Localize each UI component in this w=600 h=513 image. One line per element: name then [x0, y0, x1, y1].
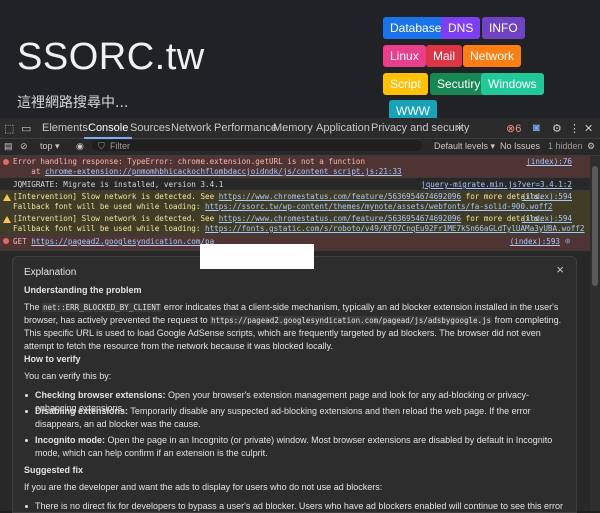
- log-levels-value: Default levels: [434, 141, 489, 151]
- context-value: top: [40, 141, 53, 151]
- inspect-icon[interactable]: ⬚: [4, 122, 14, 135]
- console-toolbar: ▤ ⊘ top ▾ ◉ ⛉ Filter Default levels ▾ No…: [0, 139, 600, 156]
- code-url: https://pagead2.googlesyndication.com/pa…: [210, 316, 493, 325]
- bullet-item: There is no direct fix for developers to…: [35, 501, 563, 511]
- error-count-badge[interactable]: ⊗6: [506, 122, 521, 135]
- context-selector[interactable]: top ▾: [40, 141, 60, 152]
- message-text: JQMIGRATE: Migrate is installed, version…: [13, 180, 224, 189]
- category-tag-linux[interactable]: Linux: [383, 45, 426, 67]
- bullet-icon: [25, 394, 28, 397]
- bullet-icon: [25, 439, 28, 442]
- more-options-icon[interactable]: ⋮: [569, 122, 580, 135]
- device-toggle-icon[interactable]: ▭: [21, 122, 31, 135]
- console-message-error[interactable]: Error handling response: TypeError: chro…: [0, 156, 590, 178]
- message-text: [Intervention] Slow network is detected.…: [13, 192, 219, 201]
- source-link[interactable]: (index):593: [510, 237, 560, 246]
- tab-performance[interactable]: Performance: [214, 122, 277, 134]
- warning-icon: [3, 216, 11, 223]
- site-title[interactable]: SSORC.tw: [17, 36, 205, 79]
- bullet-strong: Checking browser extensions:: [35, 390, 166, 400]
- ai-explain-icon[interactable]: ◎: [565, 236, 570, 245]
- tab-console[interactable]: Console: [83, 122, 133, 139]
- explanation-paragraph: The net::ERR_BLOCKED_BY_CLIENT error ind…: [24, 301, 564, 353]
- text: The: [24, 302, 43, 312]
- category-tag-dns[interactable]: DNS: [441, 17, 481, 39]
- redaction-box: [200, 244, 314, 269]
- settings-icon[interactable]: ⚙: [552, 122, 562, 135]
- category-tag-secutiry[interactable]: Secutiry: [430, 73, 488, 95]
- sidebar-toggle-icon[interactable]: ▤: [4, 141, 13, 152]
- request-url[interactable]: https://pagead2.googlesyndication.com/pa: [31, 237, 214, 246]
- tab-privacy-security[interactable]: Privacy and security: [371, 122, 469, 134]
- close-devtools-icon[interactable]: ✕: [584, 122, 593, 135]
- issues-label: No Issues: [500, 141, 541, 151]
- font-link[interactable]: https://ssorc.tw/wp-content/themes/mynot…: [205, 202, 552, 211]
- request-method: GET: [13, 237, 32, 246]
- source-link[interactable]: (index):594: [522, 192, 572, 201]
- bullet-icon: [25, 410, 28, 413]
- issues-button[interactable]: No Issues: [500, 141, 540, 151]
- scrollbar-thumb[interactable]: [592, 166, 598, 286]
- website-header: SSORC.tw 這裡網路搜尋中... Database DNS INFO Linux…: [0, 0, 600, 122]
- tab-sources[interactable]: Sources: [130, 122, 170, 134]
- console-message-log[interactable]: JQMIGRATE: Migrate is installed, version…: [0, 178, 590, 191]
- section-heading: Understanding the problem: [24, 285, 142, 295]
- code-error: net::ERR_BLOCKED_BY_CLIENT: [42, 303, 162, 312]
- site-subtitle: 這裡網路搜尋中...: [17, 95, 129, 111]
- feature-link[interactable]: https://www.chromestatus.com/feature/563…: [219, 192, 461, 201]
- bullet-strong: Incognito mode:: [35, 435, 105, 445]
- tab-application[interactable]: Application: [316, 122, 370, 134]
- console-scrollbar[interactable]: [590, 156, 600, 511]
- message-text: [Intervention] Slow network is detected.…: [13, 214, 219, 223]
- tab-elements[interactable]: Elements: [42, 122, 88, 134]
- close-icon[interactable]: ×: [556, 263, 564, 276]
- stack-link[interactable]: chrome-extension://pnmomhbhicackochflomb…: [45, 167, 402, 176]
- category-tag-database[interactable]: Database: [383, 17, 449, 39]
- log-levels-dropdown[interactable]: Default levels ▾: [434, 141, 495, 152]
- more-tabs-icon[interactable]: »: [456, 122, 462, 134]
- source-link[interactable]: (index):76: [526, 157, 572, 166]
- error-icon: [3, 238, 9, 244]
- hidden-count: 1 hidden: [548, 141, 583, 151]
- bullet-strong: Disabling extensions:: [35, 406, 129, 416]
- section-heading: Suggested fix: [24, 465, 84, 475]
- console-message-warning[interactable]: [Intervention] Slow network is detected.…: [0, 191, 590, 213]
- category-tag-script[interactable]: Script: [383, 73, 428, 95]
- source-link[interactable]: (index):594: [522, 214, 572, 223]
- ai-assist-icon[interactable]: ◙: [533, 122, 540, 134]
- fallback-text: Fallback font will be used while loading…: [13, 202, 206, 211]
- warning-icon: [3, 194, 11, 201]
- error-icon: [3, 159, 9, 165]
- bullet-item: Incognito mode: Open the page in an Inco…: [35, 434, 565, 460]
- eye-icon[interactable]: ◉: [76, 141, 84, 152]
- console-message-warning[interactable]: [Intervention] Slow network is detected.…: [0, 213, 590, 235]
- font-link[interactable]: https://fonts.gstatic.com/s/roboto/v49/K…: [205, 224, 584, 233]
- feature-link[interactable]: https://www.chromestatus.com/feature/563…: [219, 214, 461, 223]
- tab-network[interactable]: Network: [171, 122, 211, 134]
- bullet-icon: [25, 505, 28, 508]
- category-tag-network[interactable]: Network: [463, 45, 522, 67]
- fallback-text: Fallback font will be used while loading…: [13, 224, 206, 233]
- bullet-text: Open the page in an Incognito (or privat…: [35, 435, 553, 458]
- filter-input[interactable]: ⛉ Filter: [92, 140, 422, 151]
- explanation-paragraph: If you are the developer and want the ad…: [24, 482, 383, 492]
- category-tag-windows[interactable]: Windows: [481, 73, 544, 95]
- explanation-paragraph: You can verify this by:: [24, 371, 112, 381]
- filter-icon: ⛉: [98, 141, 105, 151]
- category-tag-mail[interactable]: Mail: [426, 45, 463, 67]
- explanation-title: Explanation: [24, 267, 77, 278]
- devtools-tab-bar: ⬚ ▭ Elements Console Sources Network Per…: [0, 118, 600, 139]
- tab-memory[interactable]: Memory: [273, 122, 313, 134]
- clear-console-icon[interactable]: ⊘: [20, 141, 28, 152]
- stack-prefix: at: [13, 167, 46, 176]
- error-count: 6: [515, 123, 522, 135]
- bullet-item: Disabling extensions: Temporarily disabl…: [35, 405, 565, 431]
- console-settings-icon[interactable]: ⚙: [587, 141, 595, 152]
- message-text: Error handling response: TypeError: chro…: [13, 157, 366, 166]
- filter-placeholder: Filter: [110, 141, 130, 151]
- source-link[interactable]: jquery-migrate.min.js?ver=3.4.1:2: [421, 180, 572, 189]
- explanation-panel: Explanation × Understanding the problem …: [12, 256, 577, 513]
- section-heading: How to verify: [24, 354, 81, 364]
- category-tag-info[interactable]: INFO: [482, 17, 525, 39]
